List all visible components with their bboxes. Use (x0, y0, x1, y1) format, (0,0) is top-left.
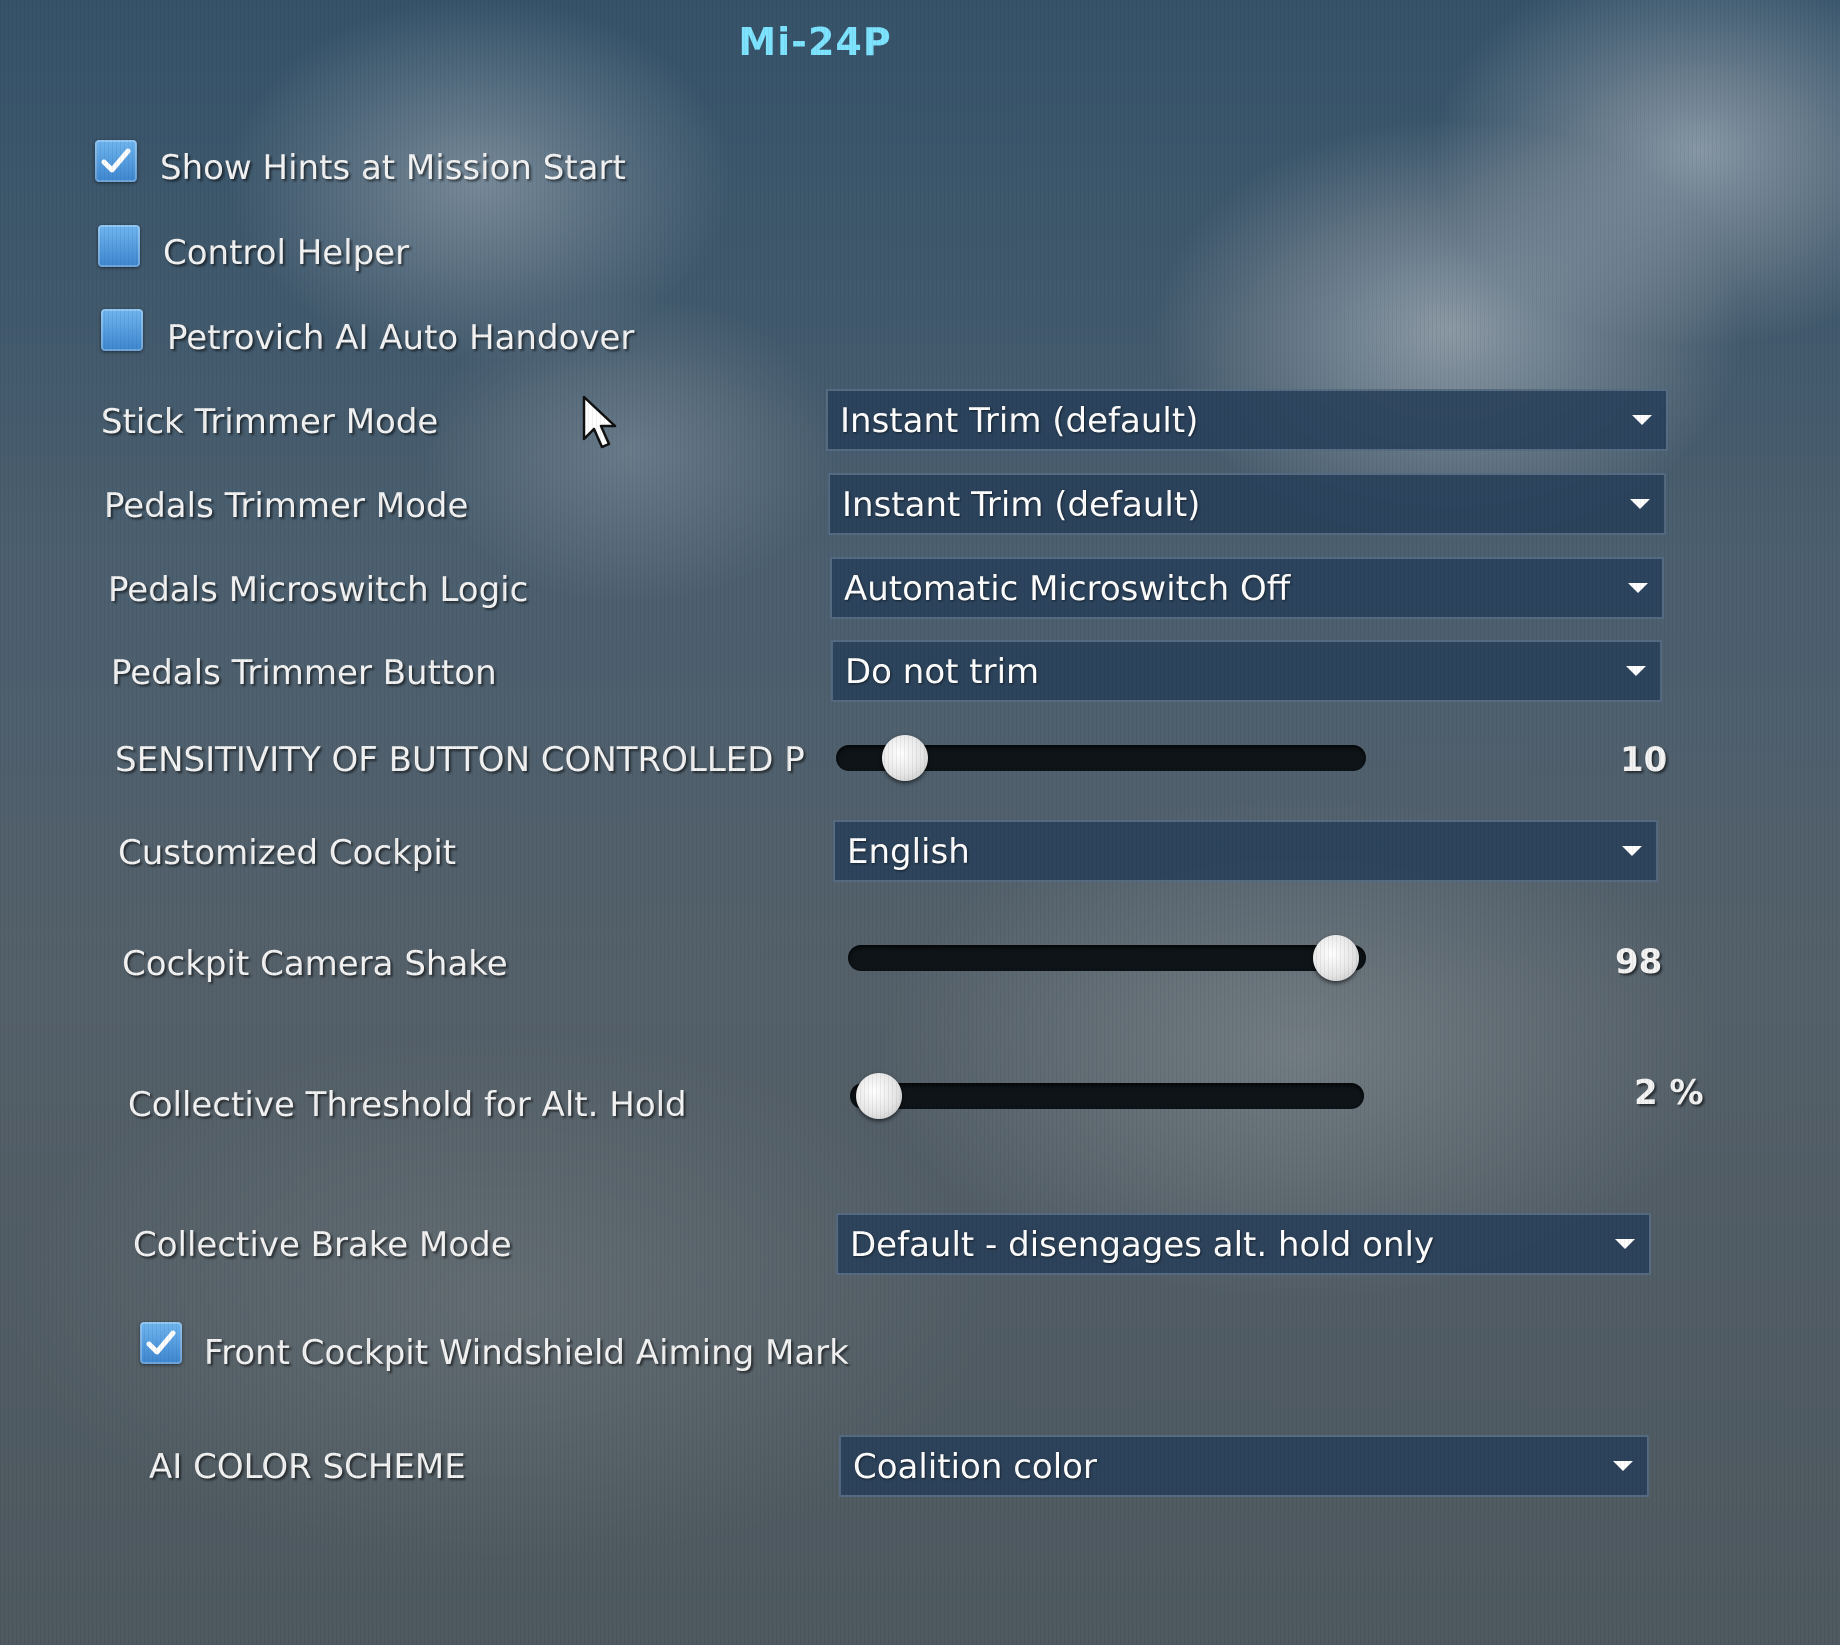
collective-brake-mode-value: Default - disengages alt. hold only (850, 1225, 1435, 1265)
petrovich-handover-checkbox[interactable] (101, 309, 143, 351)
sensitivity-pedals-value: 10 (1620, 740, 1668, 780)
check-icon (146, 1330, 176, 1355)
cockpit-camera-shake-slider[interactable] (848, 935, 1366, 981)
control-helper-checkbox[interactable] (98, 225, 140, 267)
ai-color-scheme-value: Coalition color (853, 1447, 1097, 1487)
pedals-microswitch-logic-label: Pedals Microswitch Logic (108, 570, 529, 610)
ai-color-scheme-dropdown[interactable]: Coalition color (839, 1435, 1649, 1497)
triangle-down-icon (1615, 1239, 1635, 1249)
customized-cockpit-value: English (847, 832, 970, 872)
stick-trimmer-mode-label: Stick Trimmer Mode (101, 402, 439, 442)
pedals-trimmer-mode-label: Pedals Trimmer Mode (104, 486, 469, 526)
collective-brake-mode-label: Collective Brake Mode (133, 1225, 512, 1265)
show-hints-label: Show Hints at Mission Start (160, 148, 626, 188)
customized-cockpit-dropdown[interactable]: English (833, 820, 1658, 882)
collective-threshold-value: 2 % (1634, 1073, 1704, 1113)
collective-threshold-label: Collective Threshold for Alt. Hold (128, 1085, 687, 1125)
sensitivity-pedals-slider-thumb[interactable] (882, 735, 928, 781)
cockpit-camera-shake-value: 98 (1615, 942, 1663, 982)
customized-cockpit-label: Customized Cockpit (118, 833, 457, 873)
triangle-down-icon (1622, 846, 1642, 856)
pedals-trimmer-mode-dropdown[interactable]: Instant Trim (default) (828, 473, 1666, 535)
windshield-aiming-mark-checkbox[interactable] (140, 1322, 182, 1364)
sensitivity-pedals-label: SENSITIVITY OF BUTTON CONTROLLED PEDALS (115, 740, 807, 780)
pedals-trimmer-button-dropdown[interactable]: Do not trim (831, 640, 1662, 702)
pedals-trimmer-mode-value: Instant Trim (default) (842, 485, 1201, 525)
pedals-trimmer-button-value: Do not trim (845, 652, 1040, 692)
triangle-down-icon (1632, 415, 1652, 425)
pedals-trimmer-button-label: Pedals Trimmer Button (111, 653, 497, 693)
aircraft-title: Mi-24P (738, 20, 892, 64)
collective-threshold-slider-thumb[interactable] (856, 1073, 903, 1119)
windshield-aiming-mark-label: Front Cockpit Windshield Aiming Mark (204, 1333, 849, 1373)
show-hints-checkbox[interactable] (95, 140, 137, 182)
collective-brake-mode-dropdown[interactable]: Default - disengages alt. hold only (836, 1213, 1651, 1275)
triangle-down-icon (1613, 1461, 1633, 1471)
collective-threshold-slider[interactable] (850, 1073, 1364, 1119)
cockpit-camera-shake-label: Cockpit Camera Shake (122, 944, 508, 984)
pedals-microswitch-logic-dropdown[interactable]: Automatic Microswitch Off (830, 557, 1664, 619)
triangle-down-icon (1628, 583, 1648, 593)
ai-color-scheme-label: AI COLOR SCHEME (149, 1447, 466, 1487)
petrovich-handover-label: Petrovich AI Auto Handover (167, 318, 635, 358)
stick-trimmer-mode-value: Instant Trim (default) (840, 401, 1199, 441)
check-icon (101, 148, 131, 173)
triangle-down-icon (1626, 666, 1646, 676)
pedals-microswitch-logic-value: Automatic Microswitch Off (844, 569, 1291, 609)
stick-trimmer-mode-dropdown[interactable]: Instant Trim (default) (826, 389, 1668, 451)
cockpit-camera-shake-slider-thumb[interactable] (1313, 935, 1360, 981)
sensitivity-pedals-slider[interactable] (836, 735, 1366, 781)
mouse-pointer-icon (582, 395, 617, 449)
triangle-down-icon (1630, 499, 1650, 509)
control-helper-label: Control Helper (163, 233, 410, 273)
